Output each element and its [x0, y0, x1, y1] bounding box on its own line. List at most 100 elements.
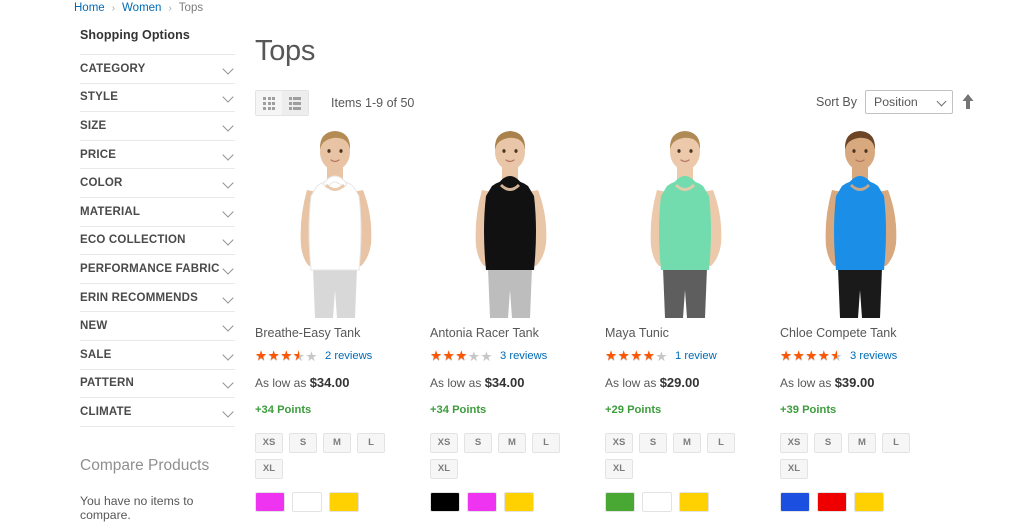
size-option-m[interactable]: M [498, 432, 526, 453]
review-count-link[interactable]: 2 reviews [325, 350, 372, 362]
stars-filled: ★★★★★ [255, 349, 299, 363]
sort-by-select[interactable]: Position [865, 90, 953, 115]
product-image[interactable] [780, 118, 940, 318]
color-swatch[interactable] [642, 491, 672, 512]
size-option-l[interactable]: L [357, 432, 385, 453]
product-grid: Breathe-Easy Tank ★★★★★ ★★★★★ 2 reviews … [255, 118, 995, 512]
size-option-xs[interactable]: XS [605, 432, 633, 453]
color-swatch[interactable] [504, 491, 534, 512]
size-option-m[interactable]: M [673, 432, 701, 453]
color-swatch[interactable] [329, 491, 359, 512]
filter-item-pattern[interactable]: PATTERN [80, 370, 235, 399]
chevron-down-icon [223, 349, 235, 361]
filter-item-eco-collection[interactable]: ECO COLLECTION [80, 227, 235, 256]
filter-item-color[interactable]: COLOR [80, 169, 235, 198]
reward-points: +29 Points [605, 403, 662, 416]
filter-label: STYLE [80, 91, 119, 104]
product-card[interactable]: Antonia Racer Tank ★★★★★ ★★★★★ 3 reviews… [430, 118, 605, 512]
color-swatch[interactable] [467, 491, 497, 512]
size-option-s[interactable]: S [289, 432, 317, 453]
price-prefix: As low as [430, 375, 482, 390]
product-rating: ★★★★★ ★★★★★ 3 reviews [430, 349, 605, 364]
compare-products-title: Compare Products [80, 456, 210, 474]
color-swatch[interactable] [255, 491, 285, 512]
product-rating: ★★★★★ ★★★★★ 1 review [605, 349, 780, 364]
filter-item-sale[interactable]: SALE [80, 341, 235, 370]
color-options [430, 491, 605, 512]
chevron-down-icon [223, 206, 235, 218]
product-price: As low as $34.00 [430, 375, 605, 390]
product-image[interactable] [605, 118, 765, 318]
color-swatch[interactable] [780, 491, 810, 512]
product-card[interactable]: Chloe Compete Tank ★★★★★ ★★★★★ 3 reviews… [780, 118, 955, 512]
reward-points: +39 Points [780, 403, 837, 416]
chevron-down-icon [223, 406, 235, 418]
product-card[interactable]: Breathe-Easy Tank ★★★★★ ★★★★★ 2 reviews … [255, 118, 430, 512]
chevron-down-icon [223, 263, 235, 275]
size-option-m[interactable]: M [848, 432, 876, 453]
filter-item-performance-fabric[interactable]: PERFORMANCE FABRIC [80, 255, 235, 284]
filter-label: PERFORMANCE FABRIC [80, 262, 220, 275]
size-option-l[interactable]: L [532, 432, 560, 453]
color-swatch[interactable] [292, 491, 322, 512]
product-name[interactable]: Maya Tunic [605, 326, 780, 340]
size-option-xl[interactable]: XL [780, 458, 808, 479]
review-count-link[interactable]: 1 review [675, 350, 717, 362]
filter-item-category[interactable]: CATEGORY [80, 55, 235, 84]
breadcrumb-item-women[interactable]: Women [122, 2, 161, 14]
color-swatch[interactable] [430, 491, 460, 512]
size-option-s[interactable]: S [814, 432, 842, 453]
color-swatch[interactable] [679, 491, 709, 512]
product-price: As low as $29.00 [605, 375, 780, 390]
product-name[interactable]: Breathe-Easy Tank [255, 326, 430, 340]
star-rating-icon: ★★★★★ ★★★★★ [430, 349, 493, 364]
breadcrumb-item-home[interactable]: Home [74, 2, 105, 14]
product-rating: ★★★★★ ★★★★★ 2 reviews [255, 349, 430, 364]
star-rating-icon: ★★★★★ ★★★★★ [605, 349, 668, 364]
size-option-s[interactable]: S [639, 432, 667, 453]
review-count-link[interactable]: 3 reviews [850, 350, 897, 362]
size-option-xs[interactable]: XS [780, 432, 808, 453]
size-option-s[interactable]: S [464, 432, 492, 453]
product-name[interactable]: Chloe Compete Tank [780, 326, 955, 340]
chevron-down-icon [223, 377, 235, 389]
filter-item-price[interactable]: PRICE [80, 141, 235, 170]
filter-item-size[interactable]: SIZE [80, 112, 235, 141]
filter-item-erin-recommends[interactable]: ERIN RECOMMENDS [80, 284, 235, 313]
price-value: $34.00 [309, 374, 350, 390]
size-option-xl[interactable]: XL [605, 458, 633, 479]
shopping-options-title: Shopping Options [80, 28, 190, 42]
star-rating-icon: ★★★★★ ★★★★★ [255, 349, 318, 364]
size-option-l[interactable]: L [882, 432, 910, 453]
grid-view-icon[interactable] [256, 91, 282, 116]
arrow-up-icon[interactable] [961, 93, 975, 111]
color-swatch[interactable] [854, 491, 884, 512]
size-option-xs[interactable]: XS [430, 432, 458, 453]
product-name[interactable]: Antonia Racer Tank [430, 326, 605, 340]
product-card[interactable]: Maya Tunic ★★★★★ ★★★★★ 1 review As low a… [605, 118, 780, 512]
product-image[interactable] [255, 118, 415, 318]
price-prefix: As low as [255, 375, 307, 390]
color-swatch[interactable] [817, 491, 847, 512]
filter-item-material[interactable]: MATERIAL [80, 198, 235, 227]
color-options [255, 491, 430, 512]
size-option-xs[interactable]: XS [255, 432, 283, 453]
color-swatch[interactable] [605, 491, 635, 512]
filter-item-climate[interactable]: CLIMATE [80, 398, 235, 427]
list-view-icon[interactable] [282, 91, 308, 116]
review-count-link[interactable]: 3 reviews [500, 350, 547, 362]
filter-item-style[interactable]: STYLE [80, 84, 235, 113]
size-options: XS S M L XL [780, 432, 920, 479]
chevron-down-icon [223, 292, 235, 304]
size-option-xl[interactable]: XL [430, 458, 458, 479]
product-image[interactable] [430, 118, 590, 318]
size-option-xl[interactable]: XL [255, 458, 283, 479]
sidebar: Shopping Options CATEGORY STYLE SIZE PRICE C… [80, 28, 235, 522]
size-option-m[interactable]: M [323, 432, 351, 453]
page-title: Tops [255, 35, 316, 68]
sort-by-label: Sort By [816, 95, 857, 110]
filter-item-new[interactable]: NEW [80, 312, 235, 341]
chevron-down-icon [223, 149, 235, 161]
grid-glyph [262, 97, 276, 110]
size-option-l[interactable]: L [707, 432, 735, 453]
